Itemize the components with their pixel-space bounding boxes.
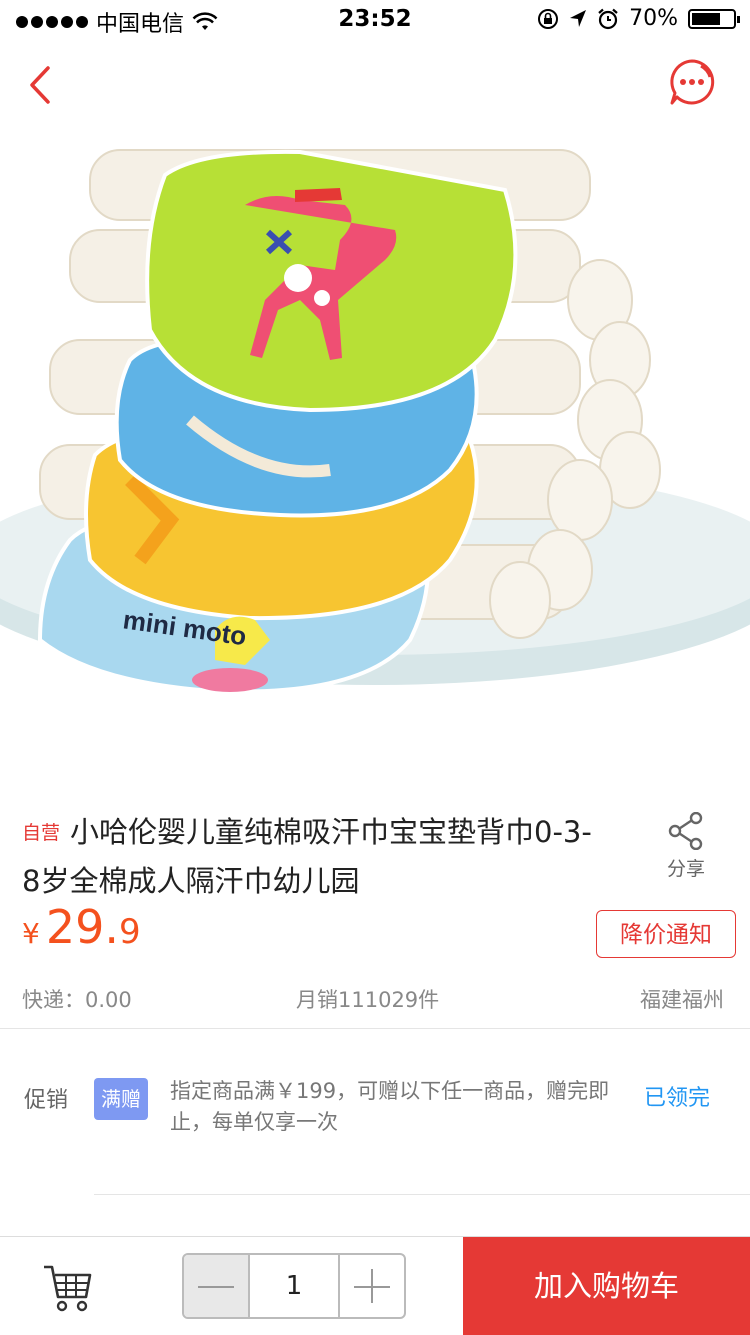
product-title: 自营 小哈伦婴儿童纯棉吸汗巾宝宝垫背巾0-3-8岁全棉成人隔汗巾幼儿园 — [22, 808, 602, 905]
promotion-label: 促销 — [24, 1088, 69, 1113]
decrease-quantity-button[interactable] — [184, 1255, 250, 1317]
status-bar: 中国电信 23:52 70% — [0, 0, 750, 40]
price-integer: 29. — [45, 900, 119, 954]
increase-quantity-button[interactable] — [338, 1255, 404, 1317]
battery-percent: 70% — [629, 6, 678, 31]
product-price: ¥29.9 — [22, 900, 141, 954]
share-icon — [668, 812, 703, 850]
monthly-sales: 月销111029件 — [296, 988, 440, 1012]
price-symbol: ¥ — [22, 917, 40, 950]
price-alert-button[interactable]: 降价通知 — [596, 910, 736, 958]
shipping-fee: 快递：0.00 — [22, 988, 132, 1012]
ship-from-location: 福建福州 — [640, 988, 724, 1012]
promotion-divider — [94, 1194, 750, 1195]
product-title-text: 小哈伦婴儿童纯棉吸汗巾宝宝垫背巾0-3-8岁全棉成人隔汗巾幼儿园 — [22, 815, 592, 898]
share-label: 分享 — [666, 858, 705, 880]
location-icon — [570, 9, 587, 27]
promotion-badge: 满赠 — [94, 1078, 148, 1120]
share-button[interactable]: 分享 — [656, 812, 716, 881]
section-divider — [0, 1028, 750, 1029]
self-operated-tag: 自营 — [22, 822, 61, 844]
rotation-lock-icon — [538, 8, 559, 29]
quantity-value[interactable]: 1 — [250, 1255, 338, 1317]
price-decimal: 9 — [118, 912, 141, 952]
quantity-stepper: 1 — [182, 1253, 406, 1319]
alarm-icon — [598, 8, 618, 29]
battery-icon — [688, 8, 740, 29]
shopping-cart-icon[interactable] — [42, 1263, 94, 1313]
back-button[interactable] — [22, 60, 62, 110]
product-image[interactable]: mini moto — [0, 120, 750, 780]
add-to-cart-button[interactable]: 加入购物车 — [463, 1237, 750, 1335]
promotion-status: 已领完 — [644, 1086, 711, 1111]
bottom-action-bar: 1 加入购物车 — [0, 1236, 750, 1335]
more-options-button[interactable] — [668, 58, 716, 106]
promotion-text: 指定商品满￥199，可赠以下任一商品，赠完即止，每单仅享一次 — [170, 1079, 610, 1134]
